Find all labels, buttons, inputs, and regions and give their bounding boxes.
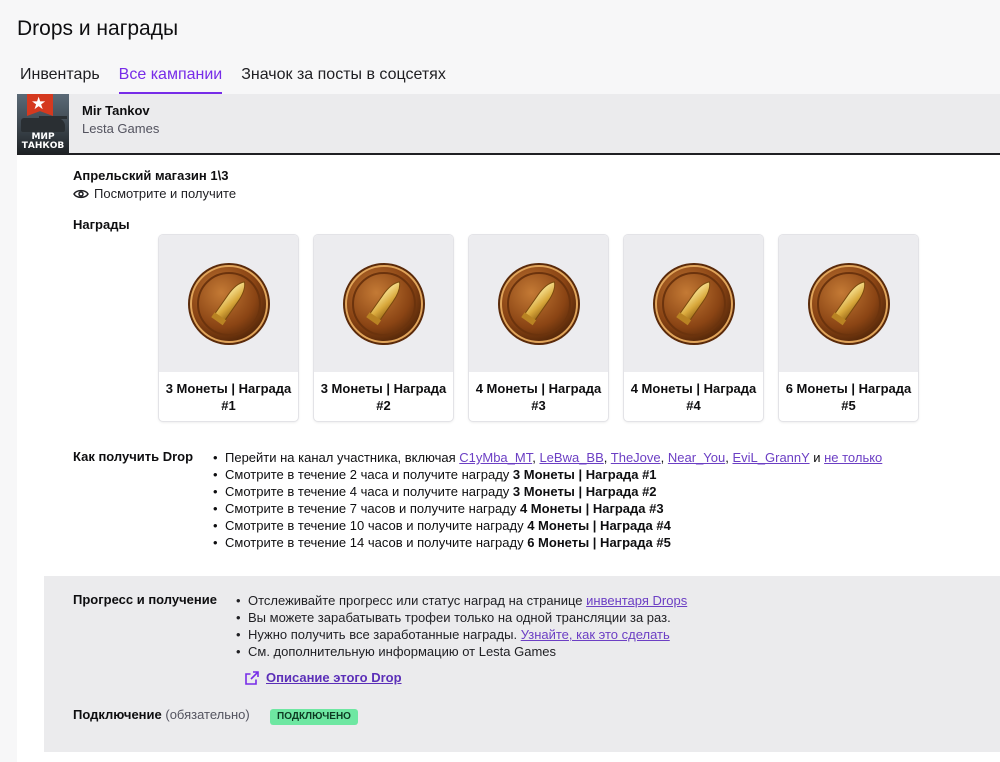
progress-list: Отслеживайте прогресс или статус наград …	[234, 592, 687, 660]
reward-label: 3 Монеты | Награда #2	[320, 381, 447, 413]
progress-title: Прогресс и получение	[73, 592, 217, 607]
list-item: Смотрите в течение 10 часов и получите н…	[211, 517, 882, 534]
tab-social-badge[interactable]: Значок за посты в соцсетях	[241, 66, 446, 94]
publisher-name: Lesta Games	[82, 121, 160, 136]
game-thumbnail[interactable]: ★ МИР ТАНКОВ	[17, 94, 69, 154]
rewards-title: Награды	[73, 217, 130, 232]
list-item: Смотрите в течение 2 часа и получите наг…	[211, 466, 882, 483]
drop-description-link[interactable]: Описание этого Drop	[245, 670, 402, 685]
reward-label: 4 Монеты | Награда #3	[475, 381, 602, 413]
external-link-icon	[245, 670, 259, 685]
tab-all-campaigns[interactable]: Все кампании	[118, 66, 223, 94]
coin-icon	[807, 262, 890, 345]
list-item: Нужно получить все заработанные награды.…	[234, 626, 687, 643]
reward-card[interactable]: 3 Монеты | Награда #1	[159, 235, 298, 421]
reward-label: 4 Монеты | Награда #4	[630, 381, 757, 413]
tab-bar: Инвентарь Все кампании Значок за посты в…	[20, 66, 465, 94]
coin-icon	[497, 262, 580, 345]
campaign-header[interactable]: ★ МИР ТАНКОВ Mir Tankov Lesta Games	[17, 94, 1000, 155]
status-badge: ПОДКЛЮЧЕНО	[270, 709, 358, 725]
channel-link[interactable]: TheJove	[611, 450, 661, 465]
star-icon: ★	[31, 94, 47, 113]
channel-link[interactable]: Near_You	[668, 450, 725, 465]
more-channels-link[interactable]: не только	[824, 450, 882, 465]
connection-label: Подключение (обязательно)	[73, 707, 250, 722]
list-item: Смотрите в течение 14 часов и получите н…	[211, 534, 882, 551]
coin-icon	[187, 262, 270, 345]
channel-link[interactable]: LeBwa_BB	[539, 450, 603, 465]
reward-image	[159, 235, 298, 372]
reward-label: 3 Монеты | Награда #1	[165, 381, 292, 413]
list-item: См. дополнительную информацию от Lesta G…	[234, 643, 687, 660]
reward-card[interactable]: 4 Монеты | Награда #4	[624, 235, 763, 421]
tank-icon	[21, 118, 65, 132]
reward-image	[314, 235, 453, 372]
how-to-list: Перейти на канал участника, включая C1yM…	[211, 449, 882, 551]
learn-how-link[interactable]: Узнайте, как это сделать	[521, 627, 670, 642]
list-item: Отслеживайте прогресс или статус наград …	[234, 592, 687, 609]
rewards-list: 3 Монеты | Награда #1 3 Монеты | Награда…	[159, 235, 918, 421]
channel-link[interactable]: EviL_GrannY	[732, 450, 809, 465]
reward-image	[779, 235, 918, 372]
list-item: Смотрите в течение 7 часов и получите на…	[211, 500, 882, 517]
coin-icon	[652, 262, 735, 345]
reward-image	[469, 235, 608, 372]
campaign-name: Апрельский магазин 1\3	[73, 168, 229, 183]
watch-requirement: Посмотрите и получите	[73, 186, 236, 201]
list-item: Вы можете зарабатывать трофеи только на …	[234, 609, 687, 626]
channel-link[interactable]: C1yMba_MT	[459, 450, 532, 465]
tab-inventory[interactable]: Инвентарь	[20, 66, 100, 94]
list-item: Смотрите в течение 4 часа и получите наг…	[211, 483, 882, 500]
page-title: Drops и награды	[17, 17, 179, 40]
how-to-title: Как получить Drop	[73, 449, 194, 464]
watch-text: Посмотрите и получите	[94, 186, 237, 201]
coin-icon	[342, 262, 425, 345]
eye-icon	[73, 189, 89, 198]
reward-card[interactable]: 4 Монеты | Награда #3	[469, 235, 608, 421]
inventory-link[interactable]: инвентаря Drops	[586, 593, 687, 608]
list-item: Перейти на канал участника, включая C1yM…	[211, 449, 882, 466]
game-logo-text: МИР ТАНКОВ	[21, 132, 65, 151]
game-name: Mir Tankov	[82, 103, 150, 118]
reward-image	[624, 235, 763, 372]
reward-card[interactable]: 6 Монеты | Награда #5	[779, 235, 918, 421]
reward-card[interactable]: 3 Монеты | Награда #2	[314, 235, 453, 421]
reward-label: 6 Монеты | Награда #5	[785, 381, 912, 413]
